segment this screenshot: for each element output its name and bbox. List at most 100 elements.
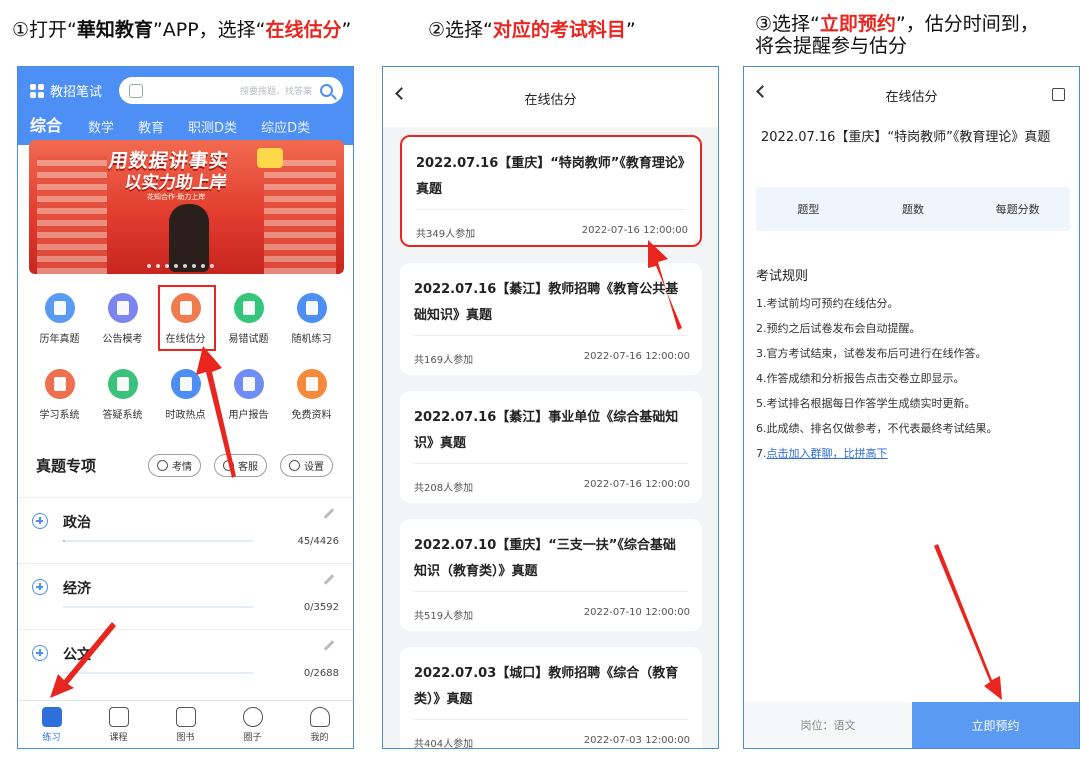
nav-practice[interactable]: 练习 [18, 701, 85, 748]
subject-row[interactable]: 政治 45/4426 [18, 497, 353, 563]
subject-row[interactable]: 经济 0/3592 [18, 563, 353, 629]
exam-card-participants: 共349人参加 [416, 229, 476, 240]
search-bar[interactable]: 搜要搜题、找答案 [119, 77, 343, 104]
exam-card-time: 2022-07-16 12:00:00 [583, 351, 690, 362]
position-label: 岗位：语文 [744, 702, 912, 748]
caption-app-name: 華知教育 [76, 19, 153, 41]
settings-button[interactable]: 设置 [280, 454, 333, 477]
plus-circle-icon[interactable] [32, 645, 48, 661]
feature-icon [233, 369, 264, 399]
tab-education[interactable]: 教育 [138, 117, 164, 136]
banner-building [37, 156, 107, 274]
scan-icon[interactable] [129, 83, 143, 98]
nav-books[interactable]: 图书 [152, 701, 219, 748]
column-header: 每题分数 [995, 203, 1040, 216]
exam-card-time: 2022-07-16 12:00:00 [581, 225, 688, 236]
subject-progress [63, 672, 253, 674]
column-header: 题数 [902, 203, 924, 216]
search-icon[interactable] [320, 84, 333, 97]
feature-icon [107, 369, 138, 399]
tab-math[interactable]: 数学 [88, 117, 114, 136]
banner-badge [257, 148, 283, 168]
step2-caption: ②选择“对应的考试科目” [428, 19, 636, 41]
exam-card-time: 2022-07-03 12:00:00 [583, 735, 690, 746]
caption-line2: 将会提醒参与估分 [755, 35, 908, 57]
rule-item: 6.此成绩、排名仅做参考，不代表最终考试结果。 [756, 422, 998, 435]
step3-caption: ③选择“立即预约”，估分时间到， 将会提醒参与估分 [755, 13, 1039, 57]
headset-icon [223, 460, 234, 471]
edit-icon[interactable] [323, 508, 335, 519]
feature-grid-row2: 学习系统 答疑系统 时政热点 用户报告 免费资料 [28, 369, 345, 421]
feature-label: 免费资料 [291, 410, 332, 421]
nav-community[interactable]: 圈子 [219, 701, 286, 748]
rule-item: 1.考试前均可预约在线估分。 [756, 297, 899, 310]
exam-card[interactable]: 2022.07.16【重庆】“特岗教师”《教育理论》真题 共349人参加 202… [400, 135, 702, 247]
nav-courses[interactable]: 课程 [85, 701, 152, 748]
nav-profile[interactable]: 我的 [286, 701, 353, 748]
feature-r1-1[interactable]: 公告模考 [91, 293, 154, 345]
caption-text: ” [341, 19, 352, 41]
feature-r2-2[interactable]: 时政热点 [154, 369, 217, 421]
rules-list: 1.考试前均可预约在线估分。 2.预约之后试卷发布会自动提醒。 3.官方考试结束… [756, 291, 998, 466]
feature-r2-1[interactable]: 答疑系统 [91, 369, 154, 421]
feature-label: 随机练习 [291, 334, 332, 345]
feature-r1-3[interactable]: 易错试题 [217, 293, 280, 345]
exam-info-button[interactable]: 考情 [148, 454, 201, 477]
rule-item: 5.考试排名根据每日作答学生成绩实时更新。 [756, 397, 976, 410]
feature-r1-0[interactable]: 历年真题 [28, 293, 91, 345]
edit-icon[interactable] [323, 574, 335, 585]
subject-name: 政治 [63, 515, 91, 531]
books-icon [175, 707, 196, 727]
feature-icon [296, 369, 327, 399]
step1-caption: ①打开“華知教育”APP，选择“在线估分” [12, 19, 351, 41]
exam-card[interactable]: 2022.07.16【綦江】事业单位《综合基础知识》真题 共208人参加 202… [400, 391, 702, 503]
plus-circle-icon[interactable] [32, 513, 48, 529]
subject-row[interactable]: 公文 0/2688 [18, 629, 353, 695]
rule-item: 4.作答成绩和分析报告点击交卷立即显示。 [756, 372, 965, 385]
tab-general[interactable]: 综合 [30, 112, 62, 136]
share-icon[interactable] [1052, 88, 1065, 101]
feature-label: 公告模考 [102, 334, 143, 345]
feature-icon [233, 293, 264, 323]
app-logo[interactable]: 教招笔试 [30, 81, 102, 100]
feature-icon [170, 369, 201, 399]
caption-text: ①打开“ [12, 19, 77, 41]
feature-r2-0[interactable]: 学习系统 [28, 369, 91, 421]
subject-name: 公文 [63, 647, 91, 663]
subject-name: 经济 [63, 581, 91, 597]
graduate-figure [169, 204, 209, 272]
subject-progress [63, 606, 253, 608]
caption-text: ③选择“ [755, 13, 820, 35]
pill-label: 设置 [304, 462, 324, 473]
list-header: 在线估分 [383, 67, 718, 127]
edit-icon[interactable] [323, 640, 335, 651]
feature-r2-3[interactable]: 用户报告 [217, 369, 280, 421]
rule-item: 7.点击加入群聊，比拼高下 [756, 441, 998, 466]
plus-circle-icon[interactable] [32, 579, 48, 595]
feature-r2-4[interactable]: 免费资料 [280, 369, 343, 421]
reserve-button[interactable]: 立即预约 [912, 702, 1079, 748]
user-icon [309, 707, 330, 727]
grid-icon [30, 83, 44, 98]
exam-card[interactable]: 2022.07.10【重庆】“三支一扶”《综合基础知识（教育类）》真题 共519… [400, 519, 702, 631]
banner-pagination [147, 264, 214, 268]
customer-service-button[interactable]: 客服 [214, 454, 267, 477]
bottom-nav: 练习 课程 图书 圈子 我的 [18, 700, 353, 748]
exam-card[interactable]: 2022.07.03【城口】教师招聘《综合（教育类）》真题 共404人参加 20… [400, 647, 702, 748]
feature-r1-4[interactable]: 随机练习 [280, 293, 343, 345]
nav-label: 练习 [42, 733, 61, 743]
subject-progress [63, 540, 253, 542]
rule-item: 3.官方考试结束，试卷发布后可进行在线作答。 [756, 347, 987, 360]
column-header: 题型 [797, 203, 820, 216]
page-title: 在线估分 [885, 90, 938, 105]
exam-card[interactable]: 2022.07.16【綦江】教师招聘《教育公共基础知识》真题 共169人参加 2… [400, 263, 702, 375]
category-tabs: 综合 数学 教育 职测D类 综应D类 [30, 112, 334, 136]
home-header: 教招笔试 搜要搜题、找答案 综合 数学 教育 职测D类 综应D类 [18, 67, 353, 145]
caption-highlight: 在线估分 [265, 19, 342, 41]
caption-text: ” [625, 19, 636, 41]
caption-highlight: 对应的考试科目 [492, 19, 626, 41]
join-group-link[interactable]: 点击加入群聊，比拼高下 [767, 447, 888, 460]
tab-zhice-d[interactable]: 职测D类 [188, 117, 237, 136]
tab-zongying-d[interactable]: 综应D类 [261, 117, 310, 136]
promo-banner[interactable]: 用数据讲事实 以实力助上岸 花知合作·助力上岸 [29, 140, 344, 274]
